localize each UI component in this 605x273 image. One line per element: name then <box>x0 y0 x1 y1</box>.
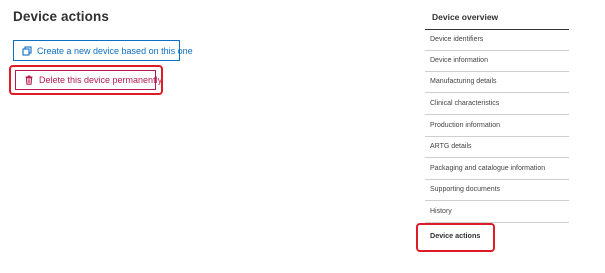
trash-icon <box>24 75 34 85</box>
sidebar-item-device-identifiers[interactable]: Device identifiers <box>425 30 569 51</box>
sidebar-item-clinical-characteristics[interactable]: Clinical characteristics <box>425 94 569 115</box>
create-new-device-button[interactable]: Create a new device based on this one <box>13 40 193 61</box>
sidebar-title: Device overview <box>432 12 499 22</box>
delete-device-label: Delete this device permanently <box>39 75 163 85</box>
sidebar-item-device-actions[interactable]: Device actions <box>425 226 569 247</box>
sidebar-item-packaging-and-catalogue-information[interactable]: Packaging and catalogue information <box>425 159 569 180</box>
sidebar-item-production-information[interactable]: Production information <box>425 116 569 137</box>
sidebar-item-artg-details[interactable]: ARTG details <box>425 137 569 158</box>
create-new-device-label: Create a new device based on this one <box>37 45 193 56</box>
sidebar-item-device-information[interactable]: Device information <box>425 51 569 72</box>
sidebar-item-manufacturing-details[interactable]: Manufacturing details <box>425 72 569 93</box>
page-title: Device actions <box>13 9 109 24</box>
sidebar-item-history[interactable]: History <box>425 202 569 223</box>
copy-icon <box>22 45 32 56</box>
delete-device-button[interactable]: Delete this device permanently <box>15 70 162 90</box>
page: Device actions Create a new device based… <box>0 0 605 273</box>
sidebar-item-supporting-documents[interactable]: Supporting documents <box>425 180 569 201</box>
